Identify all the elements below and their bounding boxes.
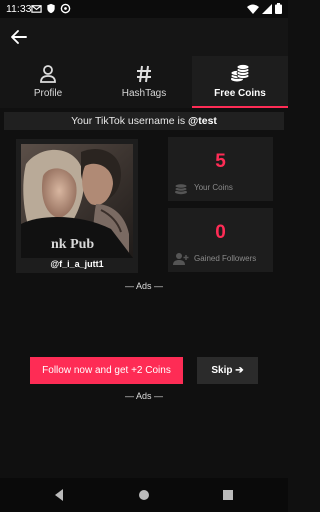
coins-label: Your Coins [194,183,233,192]
hashtag-icon [137,65,151,83]
skip-button[interactable]: Skip ➔ [197,357,258,384]
back-arrow-icon[interactable] [8,26,30,48]
add-person-icon [173,253,189,265]
status-bar: 11:33 [0,0,288,18]
ads-label-top: — Ads — [124,281,163,291]
tab-profile-label: Profile [33,88,63,99]
wifi-icon [247,4,259,14]
coins-small-icon [174,183,188,195]
nav-home-icon[interactable] [137,488,151,502]
tab-free-coins[interactable]: Free Coins [192,56,288,108]
follow-button[interactable]: Follow now and get +2 Coins [30,357,183,384]
profile-photo: nk Pub [21,144,133,258]
coins-count: 5 [215,151,226,172]
shirt-print: nk Pub [51,237,94,252]
followers-label: Gained Followers [194,254,257,263]
nav-back-icon[interactable] [52,488,66,502]
shield-icon [47,3,55,14]
tab-free-coins-label: Free Coins [214,88,266,99]
username-value: @test [188,115,217,127]
battery-icon [275,3,282,14]
system-nav-bar [0,478,288,512]
followers-count: 0 [215,222,226,243]
profile-handle: @f_i_a_jutt1 [50,259,104,269]
tab-bar: Profile HashTags Free Coins [0,56,288,108]
username-banner: Your TikTok username is @test [4,112,284,130]
status-time: 11:33 [6,3,32,15]
gmail-icon [31,5,42,13]
followers-card: 0 Gained Followers [168,208,273,272]
tab-profile[interactable]: Profile [0,56,96,108]
profile-card: nk Pub @f_i_a_jutt1 [16,139,138,273]
ads-label-bottom: — Ads — [124,391,163,401]
person-icon [40,65,56,83]
tab-hashtags-label: HashTags [121,88,167,99]
coins-icon [230,64,250,82]
coins-card: 5 Your Coins [168,137,273,201]
settings-notification-icon [60,3,71,14]
signal-icon [262,3,272,14]
username-prefix: Your TikTok username is [71,115,188,127]
nav-recents-icon[interactable] [221,488,235,502]
app-bar [0,18,288,56]
tab-hashtags[interactable]: HashTags [96,56,192,108]
